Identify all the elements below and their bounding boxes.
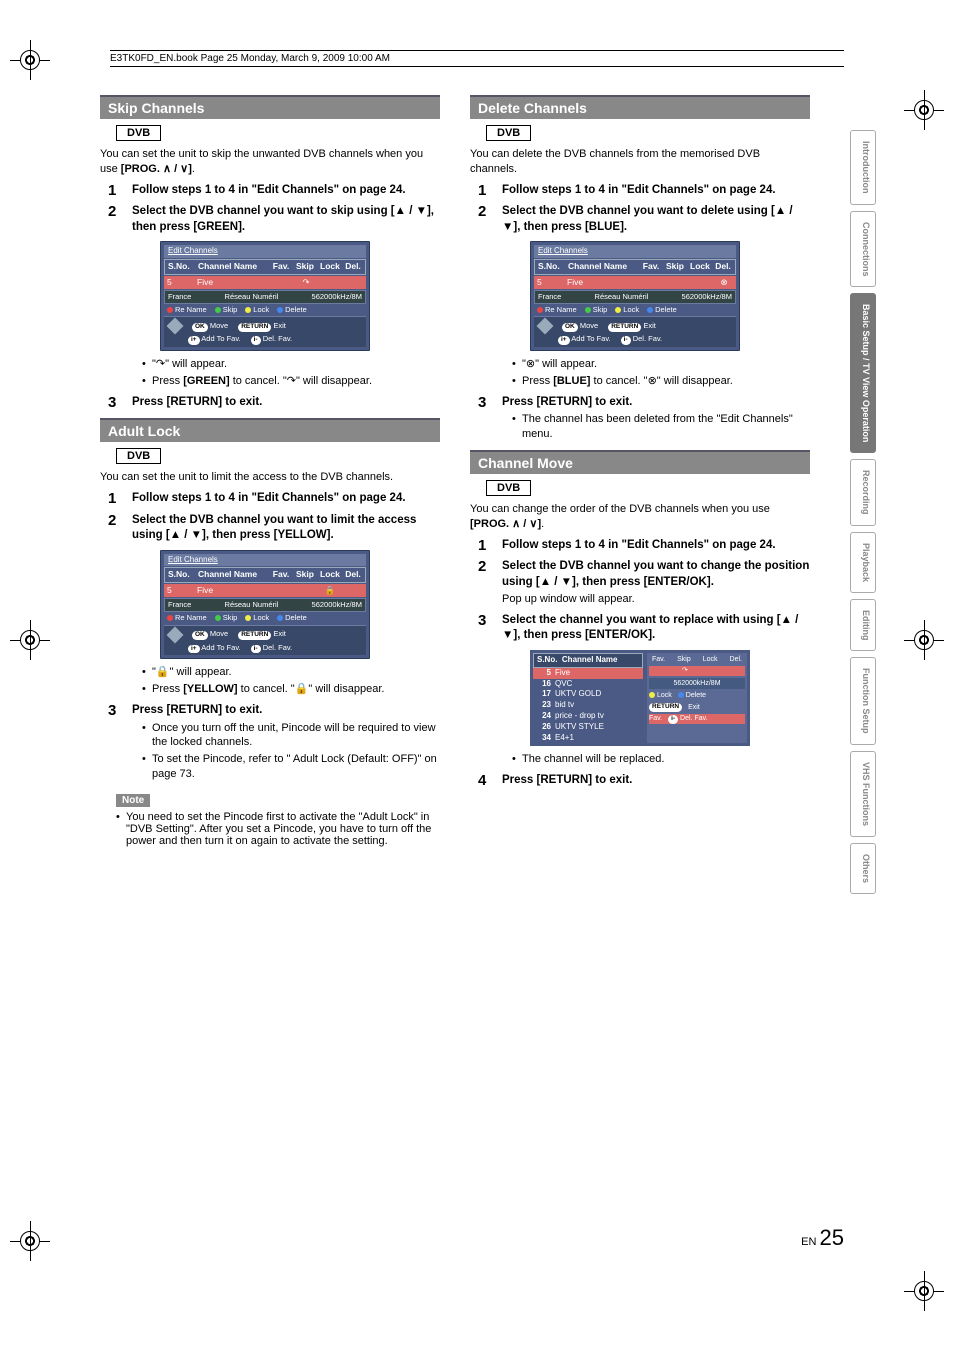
- tab-editing[interactable]: Editing: [850, 599, 876, 652]
- osd-row-selected: 5 Five ↷: [164, 276, 366, 289]
- intro-text: You can set the unit to skip the unwante…: [100, 147, 440, 177]
- list-item: 17UKTV GOLD: [533, 689, 643, 700]
- osd-edit-channels-skip: Edit Channels S.No. Channel Name Fav. Sk…: [160, 241, 370, 351]
- registration-mark: [904, 90, 944, 130]
- intro-text: You can change the order of the DVB chan…: [470, 502, 810, 532]
- dvb-badge: DVB: [486, 480, 531, 496]
- tab-playback[interactable]: Playback: [850, 532, 876, 593]
- bullet: "⊗" will appear.: [512, 357, 810, 372]
- step-3: Press [RETURN] to exit. The channel has …: [488, 395, 810, 442]
- osd-move-panel: Fav. Skip Lock Del. ↷ 562000kHz/8M Lock: [647, 653, 747, 743]
- book-header: E3TK0FD_EN.book Page 25 Monday, March 9,…: [110, 50, 844, 67]
- osd-legend: Re Name Skip Lock Delete: [164, 304, 366, 316]
- list-item: 24price - drop tv: [533, 711, 643, 722]
- bullet: Once you turn off the unit, Pincode will…: [142, 721, 440, 751]
- osd-title: Edit Channels: [164, 245, 366, 258]
- dvb-badge: DVB: [116, 125, 161, 141]
- nav-icon: [168, 319, 182, 333]
- tab-others[interactable]: Others: [850, 843, 876, 894]
- bullet: Press [GREEN] to cancel. "↷" will disapp…: [142, 374, 440, 389]
- step-2: Select the DVB channel you want to limit…: [118, 513, 440, 697]
- bullet: The channel will be replaced.: [512, 752, 810, 767]
- step-2: Select the DVB channel you want to skip …: [118, 204, 440, 388]
- note-label: Note: [116, 794, 150, 807]
- page: E3TK0FD_EN.book Page 25 Monday, March 9,…: [0, 0, 954, 1351]
- tab-introduction[interactable]: Introduction: [850, 130, 876, 205]
- intro-text: You can delete the DVB channels from the…: [470, 147, 810, 177]
- bullet: The channel has been deleted from the "E…: [512, 412, 810, 442]
- step-3: Select the channel you want to replace w…: [488, 613, 810, 767]
- tab-basic-setup[interactable]: Basic Setup / TV View Operation: [850, 293, 876, 453]
- step-1: Follow steps 1 to 4 in "Edit Channels" o…: [488, 183, 810, 199]
- dvb-badge: DVB: [486, 125, 531, 141]
- step-2: Select the DVB channel you want to chang…: [488, 559, 810, 607]
- intro-text: You can set the unit to limit the access…: [100, 470, 440, 485]
- lock-icon: 🔒: [321, 585, 339, 596]
- osd-edit-channels-delete: Edit Channels S.No. Channel Name Fav. Sk…: [530, 241, 740, 351]
- bullet: Press [BLUE] to cancel. "⊗" will disappe…: [512, 374, 810, 389]
- registration-mark: [904, 1271, 944, 1311]
- delete-icon: ⊗: [715, 277, 733, 288]
- registration-mark: [10, 40, 50, 80]
- section-delete-channels: Delete Channels: [470, 95, 810, 119]
- step-2: Select the DVB channel you want to delet…: [488, 204, 810, 388]
- registration-mark: [10, 1221, 50, 1261]
- step-3: Press [RETURN] to exit. Once you turn of…: [118, 703, 440, 782]
- section-skip-channels: Skip Channels: [100, 95, 440, 119]
- tab-recording[interactable]: Recording: [850, 459, 876, 526]
- step-1: Follow steps 1 to 4 in "Edit Channels" o…: [118, 183, 440, 199]
- right-column: Delete Channels DVB You can delete the D…: [470, 87, 810, 849]
- list-item: 23bid tv: [533, 700, 643, 711]
- step-4: Press [RETURN] to exit.: [488, 773, 810, 789]
- tab-function-setup[interactable]: Function Setup: [850, 657, 876, 745]
- bullet: Press [YELLOW] to cancel. "🔒" will disap…: [142, 682, 440, 697]
- section-adult-lock: Adult Lock: [100, 418, 440, 442]
- note-text: You need to set the Pincode first to act…: [116, 811, 440, 847]
- step-1: Follow steps 1 to 4 in "Edit Channels" o…: [118, 491, 440, 507]
- dvb-badge: DVB: [116, 448, 161, 464]
- left-column: Skip Channels DVB You can set the unit t…: [100, 87, 440, 849]
- page-number: EN 25: [801, 1225, 844, 1251]
- step-3: Press [RETURN] to exit.: [118, 395, 440, 411]
- osd-edit-channels-lock: Edit Channels S.No. Channel Name Fav. Sk…: [160, 550, 370, 660]
- registration-mark: [904, 620, 944, 660]
- section-channel-move: Channel Move: [470, 450, 810, 474]
- osd-info-band: France Réseau Numéril 562000kHz/8M: [164, 290, 366, 304]
- list-item: 16QVC: [533, 679, 643, 690]
- bullet: "🔒" will appear.: [142, 665, 440, 680]
- bullet: "↷" will appear.: [142, 357, 440, 372]
- section-tabs: Introduction Connections Basic Setup / T…: [850, 130, 876, 894]
- bullet: To set the Pincode, refer to " Adult Loc…: [142, 752, 440, 782]
- registration-mark: [10, 620, 50, 660]
- step-1: Follow steps 1 to 4 in "Edit Channels" o…: [488, 538, 810, 554]
- osd-header-row: S.No. Channel Name Fav. Skip Lock Del.: [164, 259, 366, 274]
- tab-connections[interactable]: Connections: [850, 211, 876, 288]
- list-item: 26UKTV STYLE: [533, 722, 643, 733]
- list-item: 34E4+1: [533, 733, 643, 744]
- tab-vhs-functions[interactable]: VHS Functions: [850, 751, 876, 837]
- osd-controls: OK Move RETURN Exit i+ Add To Fav. i- De…: [164, 316, 366, 347]
- list-item: 5Five: [533, 668, 643, 679]
- osd-channel-move: S.No. Channel Name 5Five 16QVC 17UKTV GO…: [530, 650, 750, 746]
- skip-icon: ↷: [297, 277, 315, 288]
